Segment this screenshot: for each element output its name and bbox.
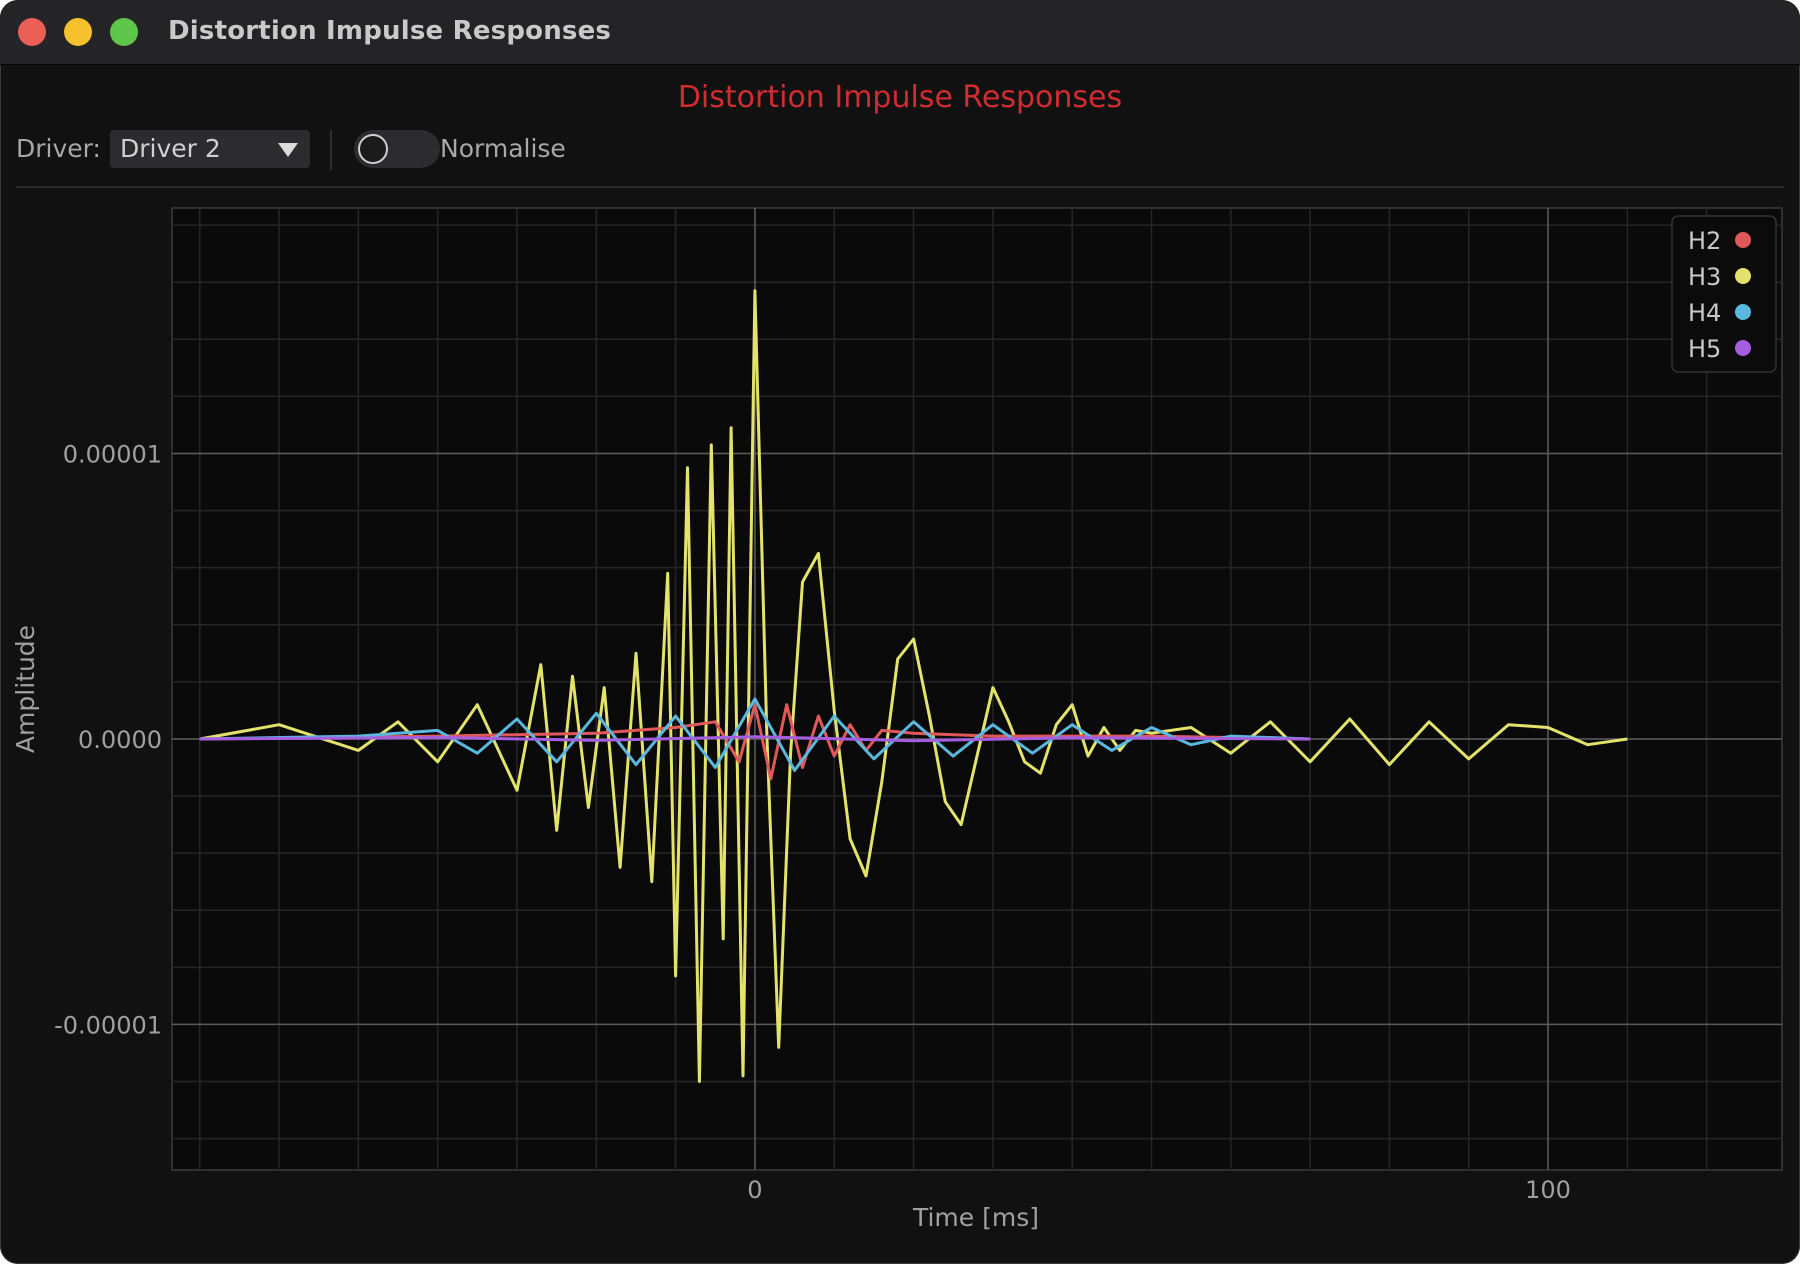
legend-label-h2: H2 bbox=[1688, 227, 1721, 255]
plot-area bbox=[171, 207, 1783, 1171]
legend-label-h4: H4 bbox=[1688, 299, 1721, 327]
y-axis-label: Amplitude bbox=[11, 625, 40, 753]
legend-marker-h5 bbox=[1735, 340, 1751, 356]
legend-marker-h2 bbox=[1735, 232, 1751, 248]
y-tick-label: -0.00001 bbox=[54, 1011, 162, 1039]
y-tick-label: 0.00001 bbox=[63, 440, 162, 468]
x-tick-label: 0 bbox=[747, 1176, 762, 1204]
chart-legend[interactable]: H2 H3 H4 H5 bbox=[1671, 215, 1777, 373]
legend-label-h3: H3 bbox=[1688, 263, 1721, 291]
legend-marker-h4 bbox=[1735, 304, 1751, 320]
x-axis-label: Time [ms] bbox=[912, 1203, 1039, 1232]
app-window: Distortion Impulse Responses Distortion … bbox=[0, 0, 1800, 1264]
impulse-response-chart[interactable]: 0.00001 0.0000 -0.00001 0 100 Time [ms] Amp… bbox=[0, 0, 1800, 1264]
x-tick-label: 100 bbox=[1525, 1176, 1571, 1204]
legend-label-h5: H5 bbox=[1688, 335, 1721, 363]
y-tick-label: 0.0000 bbox=[78, 726, 162, 754]
legend-marker-h3 bbox=[1735, 268, 1751, 284]
